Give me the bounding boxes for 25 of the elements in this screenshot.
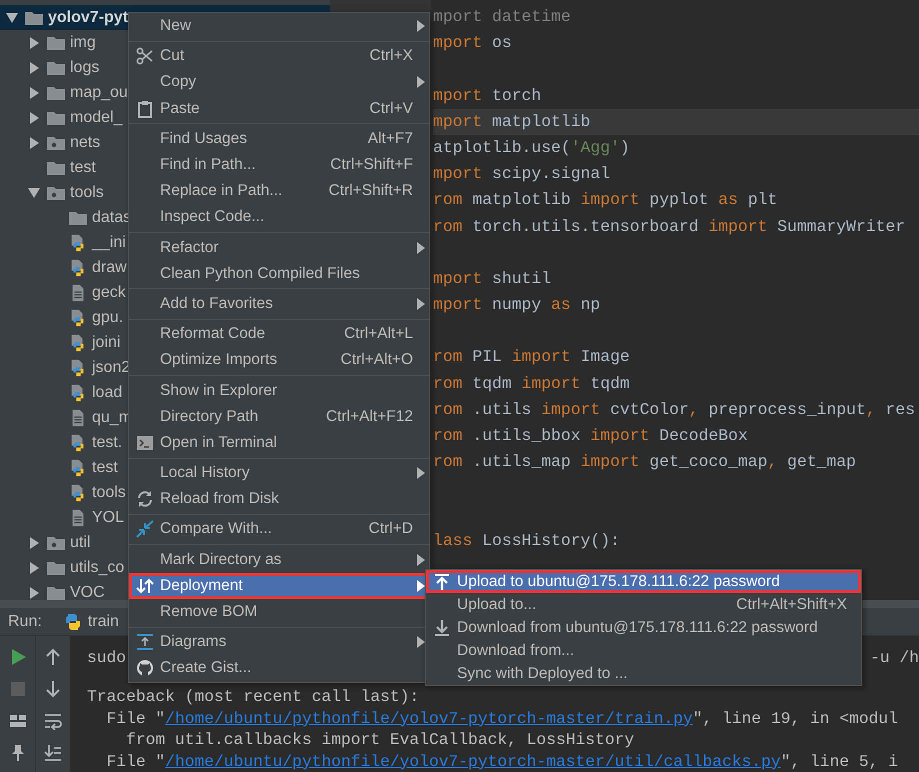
run-label: Run: [8,612,42,630]
code-line: mport datetime [433,6,571,28]
code-line: rom tqdm import tqdm [433,372,630,395]
console-text: ", line 5, i [780,750,898,772]
console-text: from util.callbacks import EvalCallback, LossHistory [125,729,634,750]
code-line: mport matplotlib [433,110,590,133]
code-line: rom PIL import Image [433,346,630,368]
console-text: File " [106,708,166,729]
console-text: File " [106,750,166,772]
code-line: lass LossHistory(): [433,530,620,552]
console-text: -u /h [870,647,919,669]
code-line: rom matplotlib import pyplot as plt [433,189,778,212]
console-text: sudo [87,647,126,669]
code-line: mport torch [433,84,542,107]
code-line: rom .utils_bbox import DecodeBox [433,425,748,447]
code-line: rom torch.utils.tensorboard import SummaryWriter [433,216,906,238]
code-line: rom .utils_map import get_coco_map, get_map [433,451,856,474]
code-line: mport numpy as np [433,294,600,316]
console-text: ", line 19, in <modul [692,708,898,729]
code-line: rom .utils import cvtColor, preprocess_input, res [433,398,916,421]
code-line: mport shutil [433,268,552,290]
code-line: atplotlib.use('Agg') [433,136,630,159]
console-text: Traceback (most recent call last): [87,686,420,708]
code-line: mport os [433,32,512,54]
code-line: mport scipy.signal [433,163,610,186]
